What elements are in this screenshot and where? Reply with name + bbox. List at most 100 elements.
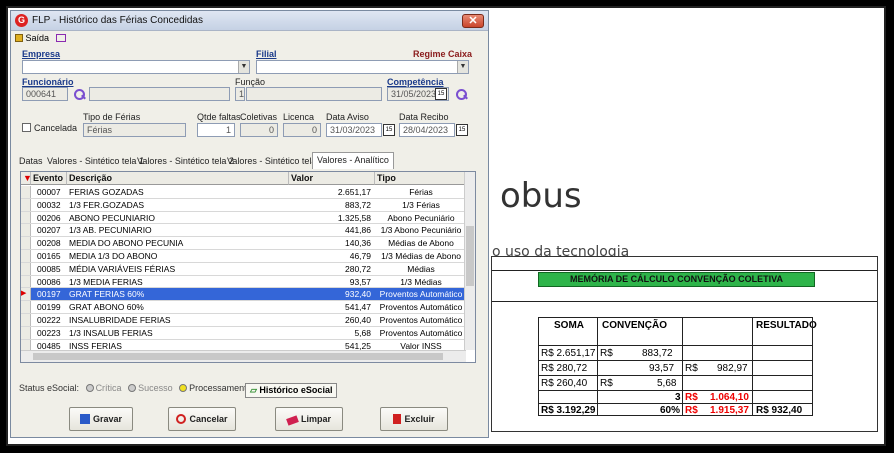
scroll-thumb[interactable] xyxy=(33,353,443,360)
close-button[interactable]: ✕ xyxy=(462,14,484,28)
cell-evento: 00197 xyxy=(37,289,61,300)
data-recibo-label: Data Recibo xyxy=(399,112,449,122)
funcao-name-field xyxy=(246,87,382,101)
table-row[interactable]: 00207 1/3 AB. PECUNIARIO 441,86 1/3 Abono P… xyxy=(21,224,466,238)
grid-line xyxy=(538,375,813,376)
cell-tipo: 1/3 Abono Pecuniário xyxy=(380,225,462,236)
critica-radio[interactable] xyxy=(85,384,94,392)
cell: R$ 2.651,17 xyxy=(541,348,596,359)
funcionario-field[interactable]: 000641 xyxy=(22,87,68,101)
eraser-icon xyxy=(286,415,299,426)
header-soma: SOMA xyxy=(554,320,584,331)
table-row[interactable]: 00086 1/3 MEDIA FERIAS 93,57 1/3 Médias xyxy=(21,275,466,289)
title-bar: G FLP - Histórico das Férias Concedidas … xyxy=(11,11,488,31)
table-row[interactable]: 00165 MEDIA 1/3 DO ABONO 46,79 1/3 Médias d… xyxy=(21,250,466,263)
spreadsheet: MEMÓRIA DE CÁLCULO CONVENÇÃO COLETIVA SO… xyxy=(491,256,878,432)
table-row[interactable]: 00199 GRAT ABONO 60% 541,47 Proventos Autom… xyxy=(21,301,466,314)
horizontal-scrollbar[interactable] xyxy=(21,350,466,362)
sucesso-radio[interactable] xyxy=(128,384,137,392)
cell: 3 xyxy=(675,392,681,403)
grid-line xyxy=(597,317,598,415)
table-row[interactable]: 00222 INSALUBRIDADE FERIAS 260,40 Proventos… xyxy=(21,314,466,327)
cell-tipo: Proventos Automático xyxy=(379,327,463,338)
cell-descricao: FERIAS GOZADAS xyxy=(69,187,144,197)
row-marker xyxy=(21,237,31,249)
cell-tipo: 1/3 Médias xyxy=(400,276,442,287)
cell-tipo: Médias xyxy=(407,263,435,274)
data-aviso-field[interactable]: 31/03/2023 xyxy=(326,123,382,137)
sort-icon[interactable]: ▼ xyxy=(21,172,32,185)
search-icon[interactable] xyxy=(73,88,85,100)
cell-evento: 00086 xyxy=(37,276,61,287)
col-tipo[interactable]: Tipo xyxy=(375,172,466,185)
history-icon: ▱ xyxy=(250,385,260,395)
calendar-icon[interactable]: 15 xyxy=(435,88,447,100)
table-row[interactable]: ▶ 00197 GRAT FERIAS 60% 932,40 Proventos Aut… xyxy=(21,288,466,302)
table-row[interactable]: 00206 ABONO PECUNIARIO 1.325,58 Abono Pecun… xyxy=(21,211,466,225)
funcionario-label: Funcionário xyxy=(22,77,74,87)
cell: R$ 3.192,29 xyxy=(541,405,596,416)
coletivas-field[interactable]: 0 xyxy=(240,123,278,137)
cell: R$ xyxy=(685,363,698,374)
cell: R$ xyxy=(685,392,698,403)
empresa-label: Empresa xyxy=(22,49,61,59)
row-marker xyxy=(21,186,31,198)
cell-evento: 00085 xyxy=(37,263,61,274)
col-descricao[interactable]: Descrição xyxy=(67,172,289,185)
licenca-field[interactable]: 0 xyxy=(283,123,321,137)
cell: 60% xyxy=(660,405,681,416)
grid-line xyxy=(812,317,813,415)
funcao-field[interactable]: 1 xyxy=(235,87,245,101)
tab-analitico[interactable]: Valores - Analítico xyxy=(312,152,394,169)
filial-select[interactable]: ▼ xyxy=(256,60,469,74)
search-icon[interactable] xyxy=(455,88,467,100)
cell-descricao: 1/3 MEDIA FERIAS xyxy=(69,276,143,287)
menu-saida[interactable]: Saída xyxy=(15,33,66,43)
saida-label: Saída xyxy=(25,33,50,43)
row-marker xyxy=(21,224,31,237)
table-row[interactable]: 00085 MÉDIA VARIÁVEIS FÉRIAS 280,72 Médias xyxy=(21,262,466,276)
cancelar-label: Cancelar xyxy=(189,414,228,424)
processamento-radio[interactable] xyxy=(179,384,188,392)
cell: R$ xyxy=(600,348,613,359)
filial-label: Filial xyxy=(256,49,277,59)
background-heading: obus xyxy=(500,176,582,216)
historico-esocial-button[interactable]: ▱ Histórico eSocial xyxy=(245,383,338,398)
empresa-select[interactable]: ▼ xyxy=(22,60,250,74)
trash-icon xyxy=(393,414,402,424)
scroll-thumb[interactable] xyxy=(466,226,474,286)
eventos-grid[interactable]: ▼ Evento Descrição Valor Tipo 00007 FERIA… xyxy=(20,171,476,363)
col-valor[interactable]: Valor xyxy=(289,172,375,185)
data-recibo-field[interactable]: 28/04/2023 xyxy=(399,123,455,137)
qtde-faltas-field[interactable]: 1 xyxy=(197,123,235,137)
table-row[interactable]: 00007 FERIAS GOZADAS 2.651,17 Férias xyxy=(21,186,466,199)
cell-evento: 00206 xyxy=(37,212,61,223)
cell-tipo: Férias xyxy=(409,187,433,197)
tab-datas[interactable]: Datas xyxy=(15,154,47,169)
limpar-button[interactable]: Limpar xyxy=(275,407,343,431)
gravar-button[interactable]: Gravar xyxy=(69,407,133,431)
tipo-ferias-select[interactable]: Férias xyxy=(83,123,186,137)
cell-valor: 932,40 xyxy=(345,289,371,300)
table-row[interactable]: 00208 MEDIA DO ABONO PECUNIA 140,36 Médias … xyxy=(21,237,466,250)
tipo-ferias-label: Tipo de Férias xyxy=(83,112,141,122)
cell-tipo: 1/3 Férias xyxy=(402,199,440,210)
cancelada-checkbox[interactable] xyxy=(22,123,31,132)
status-label: Status eSocial: xyxy=(19,383,80,393)
cancelar-button[interactable]: Cancelar xyxy=(168,407,236,431)
table-row[interactable]: 00223 1/3 INSALUB FERIAS 5,68 Proventos Aut… xyxy=(21,326,466,340)
table-row[interactable]: 00032 1/3 FER.GOZADAS 883,72 1/3 Férias xyxy=(21,198,466,212)
cell-descricao: MEDIA 1/3 DO ABONO xyxy=(69,251,158,261)
cell: 5,68 xyxy=(657,378,677,389)
grid-line xyxy=(538,345,813,346)
vertical-scrollbar[interactable] xyxy=(464,172,475,350)
monitor-icon[interactable] xyxy=(55,34,66,42)
cell-valor: 5,68 xyxy=(354,327,371,338)
calendar-icon[interactable]: 15 xyxy=(383,124,395,136)
col-evento[interactable]: Evento xyxy=(31,172,67,185)
sheet-banner: MEMÓRIA DE CÁLCULO CONVENÇÃO COLETIVA xyxy=(538,272,815,287)
excluir-button[interactable]: Excluir xyxy=(380,407,448,431)
row-marker xyxy=(21,314,31,326)
row-marker xyxy=(21,211,31,224)
calendar-icon[interactable]: 15 xyxy=(456,124,468,136)
